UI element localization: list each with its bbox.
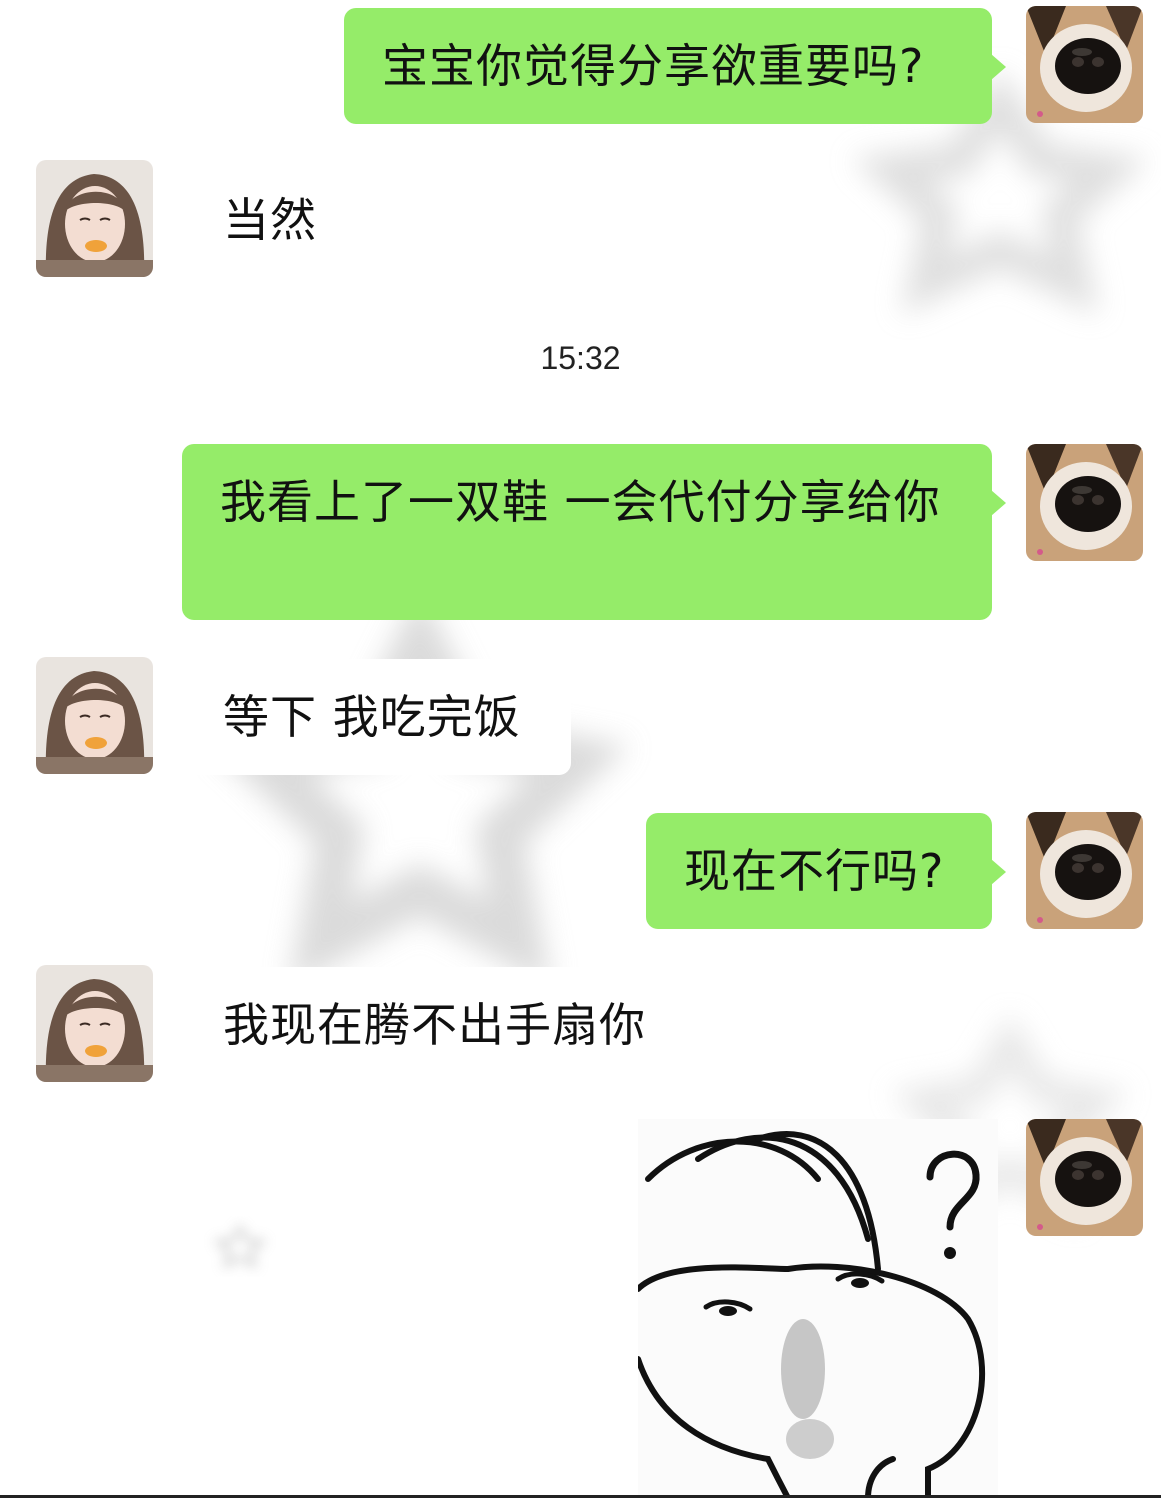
- rabbit-question-icon: [638, 1119, 998, 1498]
- message-text: 我看上了一双鞋 一会代付分享给你: [220, 475, 941, 529]
- message-text: 当然: [223, 193, 317, 247]
- my-avatar[interactable]: [1026, 812, 1143, 929]
- confused-rabbit-sticker[interactable]: [638, 1119, 998, 1498]
- background-star-small: [213, 1224, 267, 1269]
- friend-avatar[interactable]: [36, 160, 153, 277]
- message-bubble-received[interactable]: 我现在腾不出手扇你: [171, 967, 709, 1083]
- my-avatar[interactable]: [1026, 1119, 1143, 1236]
- message-bubble-sent[interactable]: 宝宝你觉得分享欲重要吗?: [344, 8, 1006, 124]
- my-avatar[interactable]: [1026, 444, 1143, 561]
- message-bubble-sent[interactable]: 现在不行吗?: [646, 813, 1006, 929]
- dog-nose-icon: [1026, 812, 1143, 929]
- message-bubble-sent[interactable]: 我看上了一双鞋 一会代付分享给你: [182, 444, 1006, 620]
- girl-avatar-icon: [36, 965, 153, 1082]
- dog-nose-icon: [1026, 1119, 1143, 1236]
- message-text: 等下 我吃完饭: [223, 690, 521, 744]
- girl-avatar-icon: [36, 657, 153, 774]
- friend-avatar[interactable]: [36, 657, 153, 774]
- background-star-top-right: [851, 69, 1149, 315]
- message-text: 我现在腾不出手扇你: [223, 998, 646, 1052]
- friend-avatar[interactable]: [36, 965, 153, 1082]
- message-text: 现在不行吗?: [684, 844, 945, 898]
- message-text: 宝宝你觉得分享欲重要吗?: [382, 39, 925, 93]
- girl-avatar-icon: [36, 160, 153, 277]
- dog-nose-icon: [1026, 444, 1143, 561]
- my-avatar[interactable]: [1026, 6, 1143, 123]
- dog-nose-icon: [1026, 6, 1143, 123]
- timestamp: 15:32: [540, 340, 621, 376]
- message-bubble-received[interactable]: 等下 我吃完饭: [171, 659, 571, 775]
- message-bubble-received[interactable]: 当然: [171, 162, 355, 278]
